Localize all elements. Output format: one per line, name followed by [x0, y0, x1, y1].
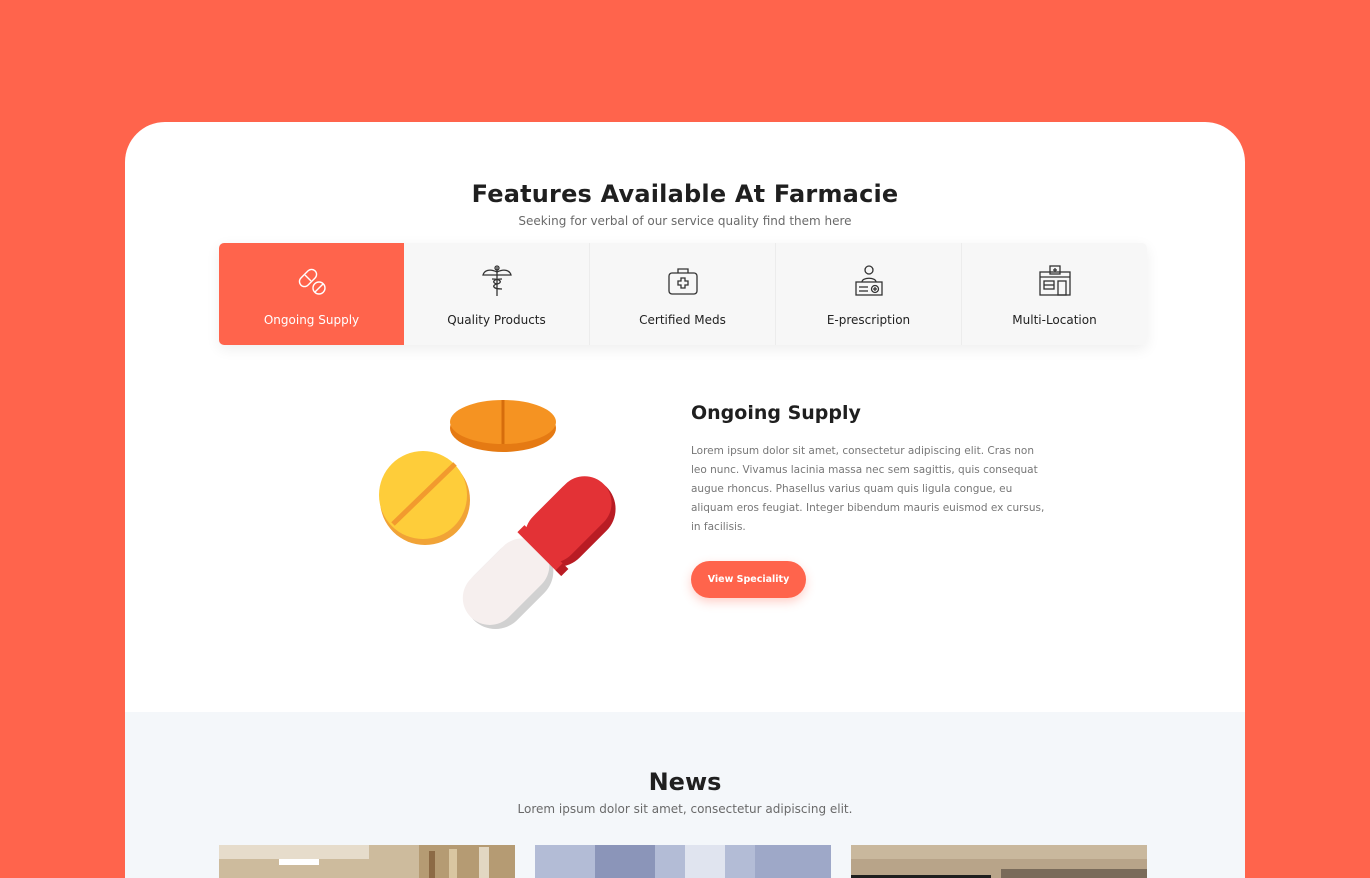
news-section: News Lorem ipsum dolor sit amet, consect… — [125, 712, 1245, 878]
view-speciality-button[interactable]: View Speciality — [691, 561, 806, 598]
news-subtitle: Lorem ipsum dolor sit amet, consectetur … — [517, 802, 853, 816]
pills-capsule-illustration — [379, 400, 616, 629]
features-subtitle: Seeking for verbal of our service qualit… — [518, 214, 852, 228]
feature-detail-title: Ongoing Supply — [691, 402, 861, 424]
tab-ongoing-supply[interactable]: Ongoing Supply — [219, 243, 404, 345]
news-image-1 — [219, 845, 515, 878]
tab-label: Ongoing Supply — [263, 313, 360, 327]
tab-quality-products[interactable]: Quality Products — [404, 243, 590, 345]
news-image-2 — [535, 845, 831, 878]
tab-label: Certified Meds — [639, 313, 726, 327]
caduceus-icon — [481, 265, 512, 296]
medical-kit-icon — [667, 268, 698, 295]
content-card: Features Available At Farmacie Seeking f… — [125, 122, 1245, 878]
tab-e-prescription[interactable]: E-prescription — [776, 243, 962, 345]
news-title: News — [648, 768, 722, 796]
news-card-image[interactable] — [219, 845, 515, 878]
news-card-image[interactable] — [851, 845, 1147, 878]
tab-certified-meds[interactable]: Certified Meds — [590, 243, 776, 345]
pharmacy-store-icon — [1038, 265, 1071, 296]
tab-label: Multi-Location — [1012, 313, 1097, 327]
pharmacist-icon — [854, 265, 883, 296]
tab-label: Quality Products — [447, 313, 546, 327]
tab-label: E-prescription — [826, 313, 911, 327]
news-image-3 — [851, 845, 1147, 878]
feature-detail-body: Lorem ipsum dolor sit amet, consectetur … — [691, 445, 1045, 533]
tab-multi-location[interactable]: Multi-Location — [962, 243, 1147, 345]
news-card-image[interactable] — [535, 845, 831, 878]
features-title: Features Available At Farmacie — [471, 180, 899, 208]
feature-tabs: Ongoing Supply Quality Products Certifie… — [219, 243, 1147, 345]
pills-icon — [298, 268, 326, 295]
